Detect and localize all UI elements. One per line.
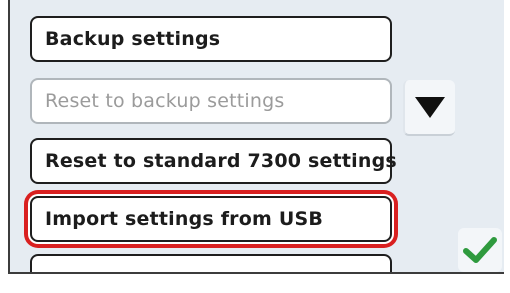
reset-to-backup-settings-button[interactable]: Reset to backup settings (30, 78, 392, 124)
reset-to-standard-settings-button[interactable]: Reset to standard 7300 settings (30, 138, 397, 184)
backup-settings-label: Backup settings (45, 28, 221, 50)
checkmark-icon (463, 237, 497, 263)
reset-to-backup-settings-label: Reset to backup settings (45, 90, 285, 112)
reset-to-standard-settings-label: Reset to standard 7300 settings (45, 150, 397, 172)
next-menu-item-partial[interactable] (30, 254, 392, 272)
scroll-down-button[interactable] (403, 80, 455, 136)
scroll-down-triangle-icon (415, 97, 445, 118)
confirm-button[interactable] (458, 228, 502, 272)
import-settings-from-usb-label: Import settings from USB (45, 208, 324, 230)
settings-panel: Backup settings Reset to backup settings… (8, 0, 504, 274)
import-settings-from-usb-button[interactable]: Import settings from USB (30, 196, 392, 242)
backup-settings-button[interactable]: Backup settings (30, 16, 392, 62)
